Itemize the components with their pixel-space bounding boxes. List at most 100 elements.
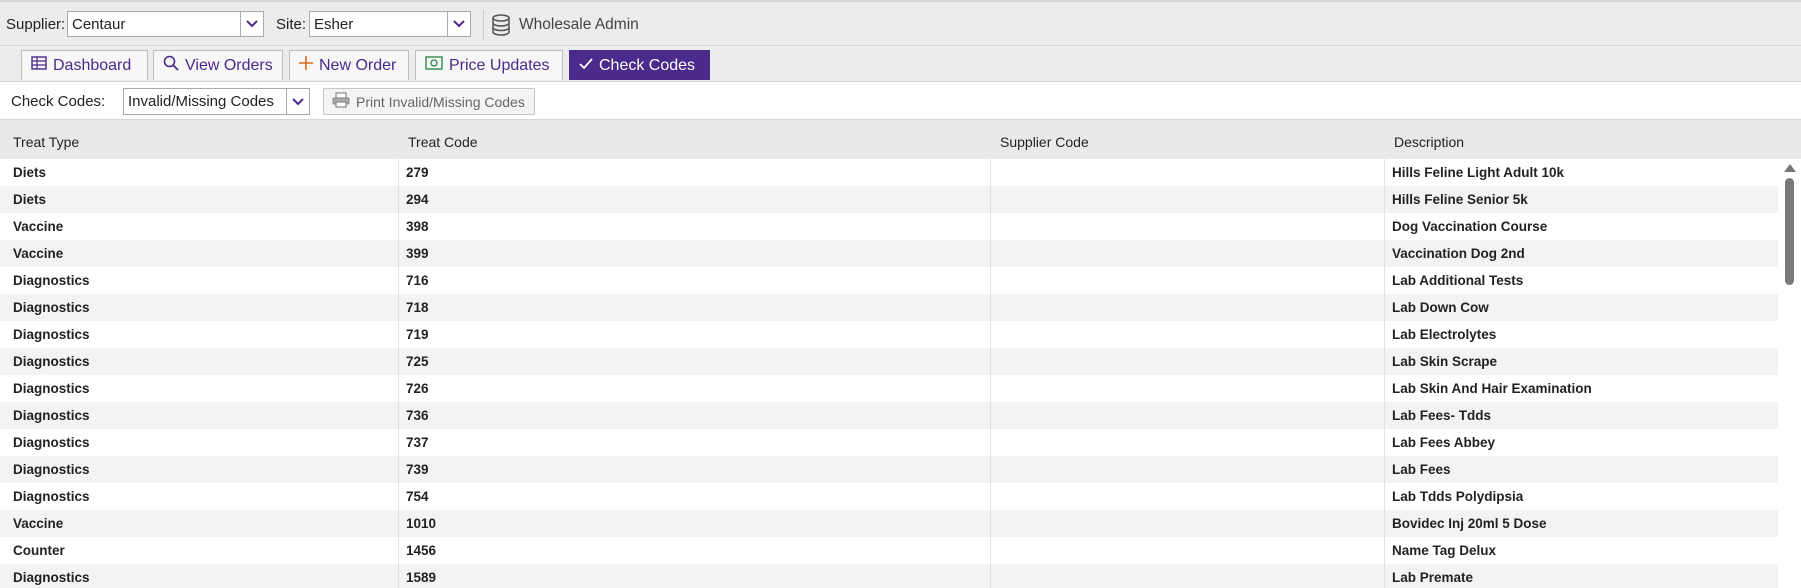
chevron-down-icon[interactable] [286,89,309,114]
cell-treat-code: 1010 [406,516,437,531]
cell-description: Bovidec Inj 20ml 5 Dose [1392,516,1547,531]
cell-description: Lab Fees Abbey [1392,435,1496,450]
print-invalid-codes-button[interactable]: Print Invalid/Missing Codes [323,88,535,115]
tab-price-updates[interactable]: Price Updates [415,50,563,80]
table-row[interactable]: Diagnostics 1589 Lab Premate [0,564,1778,588]
scroll-up-arrow-icon[interactable] [1784,164,1796,172]
cell-description: Hills Feline Senior 5k [1392,192,1528,207]
cell-treat-type: Diagnostics [13,570,90,585]
table-row[interactable]: Diagnostics 754 Lab Tdds Polydipsia [0,483,1778,510]
column-divider [398,375,399,402]
money-icon [425,56,443,75]
check-icon [579,57,593,75]
table-row[interactable]: Diagnostics 716 Lab Additional Tests [0,267,1778,294]
column-divider [1384,456,1385,483]
table-row[interactable]: Diagnostics 736 Lab Fees- Tdds [0,402,1778,429]
column-divider [1384,510,1385,537]
column-divider [990,537,991,564]
cell-description: Lab Additional Tests [1392,273,1524,288]
table-row[interactable]: Diagnostics 739 Lab Fees [0,456,1778,483]
cell-treat-code: 736 [406,408,429,423]
site-select[interactable]: Esher [309,11,471,37]
table-row[interactable]: Diets 294 Hills Feline Senior 5k [0,186,1778,213]
column-divider [990,321,991,348]
cell-treat-code: 718 [406,300,429,315]
table-row[interactable]: Vaccine 1010 Bovidec Inj 20ml 5 Dose [0,510,1778,537]
cell-treat-type: Diagnostics [13,300,90,315]
tab-label: Check Codes [599,56,696,74]
column-header-supplier-code[interactable]: Supplier Code [1000,134,1089,150]
check-codes-filter-value: Invalid/Missing Codes [128,93,274,110]
vertical-scrollbar[interactable] [1778,159,1801,588]
cell-treat-type: Vaccine [13,246,64,261]
column-divider [1384,564,1385,588]
column-divider [990,294,991,321]
site-value: Esher [314,16,354,33]
table-row[interactable]: Diagnostics 737 Lab Fees Abbey [0,429,1778,456]
database-icon [491,14,511,40]
tab-label: Price Updates [449,56,550,74]
table-row[interactable]: Diagnostics 725 Lab Skin Scrape [0,348,1778,375]
supplier-label: Supplier: [6,16,66,33]
column-divider [398,348,399,375]
column-divider [990,213,991,240]
tab-dashboard[interactable]: Dashboard [21,50,148,80]
table-row[interactable]: Diets 279 Hills Feline Light Adult 10k [0,159,1778,186]
column-divider [1384,375,1385,402]
column-divider [990,375,991,402]
column-divider [1384,294,1385,321]
plus-icon [299,56,313,75]
tab-check-codes[interactable]: Check Codes [569,50,710,80]
column-header-treat-type[interactable]: Treat Type [13,134,79,150]
cell-treat-code: 754 [406,489,429,504]
column-divider [398,321,399,348]
check-codes-toolbar: Check Codes: Invalid/Missing Codes Print… [0,81,1801,119]
column-divider [398,267,399,294]
cell-treat-type: Diets [13,192,47,207]
table-row[interactable]: Vaccine 398 Dog Vaccination Course [0,213,1778,240]
cell-treat-code: 399 [406,246,429,261]
column-divider [398,213,399,240]
column-divider [990,186,991,213]
table-row[interactable]: Counter 1456 Name Tag Delux [0,537,1778,564]
cell-treat-code: 719 [406,327,429,342]
tab-view-orders[interactable]: View Orders [153,50,283,80]
cell-description: Lab Skin And Hair Examination [1392,381,1592,396]
table-row[interactable]: Diagnostics 718 Lab Down Cow [0,294,1778,321]
chevron-down-icon[interactable] [447,12,470,36]
column-divider [990,510,991,537]
table-row[interactable]: Diagnostics 726 Lab Skin And Hair Examinat… [0,375,1778,402]
column-divider [1384,321,1385,348]
cell-treat-type: Vaccine [13,516,64,531]
column-header-description[interactable]: Description [1394,134,1464,150]
column-divider [1384,240,1385,267]
cell-treat-code: 726 [406,381,429,396]
cell-treat-code: 739 [406,462,429,477]
cell-description: Vaccination Dog 2nd [1392,246,1525,261]
cell-treat-type: Counter [13,543,65,558]
column-divider [1384,186,1385,213]
cell-description: Lab Down Cow [1392,300,1489,315]
column-divider [990,348,991,375]
table-row[interactable]: Diagnostics 719 Lab Electrolytes [0,321,1778,348]
divider [483,10,484,40]
column-header-treat-code[interactable]: Treat Code [408,134,478,150]
supplier-select[interactable]: Centaur [67,11,264,37]
check-codes-filter-select[interactable]: Invalid/Missing Codes [123,88,310,115]
cell-treat-type: Diagnostics [13,435,90,450]
table-row[interactable]: Vaccine 399 Vaccination Dog 2nd [0,240,1778,267]
column-divider [1384,483,1385,510]
tab-new-order[interactable]: New Order [289,50,409,80]
cell-treat-type: Diagnostics [13,462,90,477]
column-divider [990,483,991,510]
cell-treat-type: Diagnostics [13,381,90,396]
column-divider [990,456,991,483]
column-divider [398,564,399,588]
printer-icon [332,92,350,111]
cell-treat-code: 716 [406,273,429,288]
codes-grid: Treat Type Treat Code Supplier Code Desc… [0,119,1801,588]
scrollbar-thumb[interactable] [1785,178,1794,285]
cell-treat-type: Diagnostics [13,327,90,342]
cell-treat-type: Diets [13,165,47,180]
chevron-down-icon[interactable] [240,12,263,36]
